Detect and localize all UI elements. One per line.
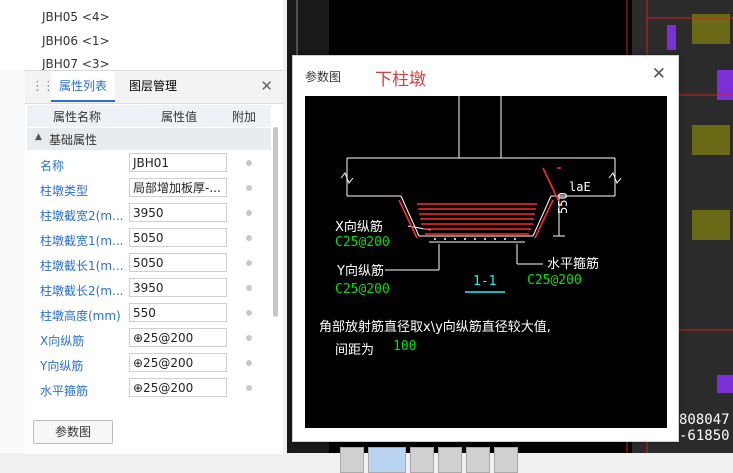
property-value-field[interactable]: 3950 — [129, 203, 227, 222]
extra-radio[interactable] — [246, 310, 252, 316]
column-header-extra: 附加 — [232, 110, 257, 124]
column-header-name: 属性名称 — [53, 110, 102, 124]
tab-property-list[interactable]: 属性列表 — [51, 71, 116, 102]
property-name: 水平箍筋 — [40, 384, 89, 398]
property-row[interactable]: 柱墩截宽2(m... 3950 — [27, 202, 271, 226]
section-label: 1-1 — [473, 274, 497, 289]
property-value-field[interactable]: 3950 — [129, 278, 227, 297]
extra-radio[interactable] — [246, 185, 252, 191]
property-name: 柱墩高度(mm) — [40, 309, 121, 323]
property-name: X向纵筋 — [40, 334, 85, 348]
bottom-toolbar-button[interactable] — [340, 447, 364, 473]
extra-radio[interactable] — [246, 210, 252, 216]
group-label: 基础属性 — [49, 133, 98, 147]
component-type-title: 下柱墩 — [375, 70, 426, 90]
bottom-toolbar-button[interactable] — [438, 447, 462, 473]
property-row[interactable]: 柱墩截宽1(m... 5050 — [27, 227, 271, 251]
x-rebar-label: X向纵筋 — [335, 220, 383, 235]
extra-radio[interactable] — [246, 335, 252, 341]
group-header[interactable]: ▲ 基础属性 — [27, 128, 271, 150]
drag-handle-icon[interactable]: ⋮⋮ — [31, 79, 55, 94]
height-dimension-label: 550 — [556, 192, 570, 214]
property-row[interactable]: 水平箍筋 ⊕25@200 — [27, 377, 271, 401]
property-name: 名称 — [40, 159, 65, 173]
extra-radio[interactable] — [246, 385, 252, 391]
property-name: 柱墩截宽2(m... — [40, 209, 124, 223]
property-value-field[interactable]: 550 — [129, 303, 227, 322]
extra-radio[interactable] — [246, 285, 252, 291]
property-value-field[interactable]: ⊕25@200 — [129, 353, 227, 372]
property-row[interactable]: 名称 JBH01 — [27, 152, 271, 176]
parameter-diagram-button[interactable]: 参数图 — [33, 420, 113, 444]
extra-radio[interactable] — [246, 260, 252, 266]
component-list: JBH05 <4> JBH06 <1> JBH07 <3> — [0, 0, 283, 70]
component-item[interactable]: JBH07 <3> — [42, 57, 110, 70]
extra-radio[interactable] — [246, 160, 252, 166]
stirrup-label: 水平箍筋 — [547, 257, 600, 272]
note-spacing-value: 100 — [393, 339, 417, 354]
bottom-toolbar-button[interactable] — [410, 447, 434, 473]
panel-tabbar: ⋮⋮ 属性列表 图层管理 ✕ — [25, 71, 283, 104]
stirrup-value: C25@200 — [527, 273, 582, 288]
component-item[interactable]: JBH06 <1> — [42, 34, 110, 48]
close-icon[interactable]: ✕ — [260, 77, 273, 95]
property-value-field[interactable]: 5050 — [129, 228, 227, 247]
y-rebar-value: C25@200 — [335, 282, 390, 297]
bottom-toolbar-button[interactable] — [466, 447, 490, 473]
extra-radio[interactable] — [246, 360, 252, 366]
property-row[interactable]: 柱墩截长1(m... 5050 — [27, 252, 271, 276]
coordinate-readout-2: -61850 — [679, 428, 730, 444]
tab-layer-management[interactable]: 图层管理 — [121, 71, 185, 102]
dialog-close-icon[interactable]: ✕ — [652, 64, 666, 84]
column-pier-diagram: laE 550 X向纵筋 C25@200 Y向纵筋 C25@200 水平箍筋 C… — [305, 96, 667, 428]
note-line-1: 角部放射筋直径取x\y向纵筋直径较大值, — [319, 320, 551, 335]
parameter-diagram-dialog: 参数图 下柱墩 ✕ laE 550 X向纵筋 C25@200 Y向纵筋 C25@… — [292, 55, 679, 442]
property-name: 柱墩截宽1(m... — [40, 234, 124, 248]
note-line-2-prefix: 间距为 — [335, 343, 375, 358]
extra-radio[interactable] — [246, 235, 252, 241]
property-name: 柱墩截长2(m... — [40, 284, 124, 298]
vertical-scrollbar[interactable] — [273, 127, 278, 317]
property-row[interactable]: 柱墩类型 局部增加板厚-... — [27, 177, 271, 201]
property-row[interactable]: X向纵筋 ⊕25@200 — [27, 327, 271, 351]
property-value-field[interactable]: ⊕25@200 — [129, 328, 227, 347]
property-name: 柱墩截长1(m... — [40, 259, 124, 273]
property-row[interactable]: 柱墩截长2(m... 3950 — [27, 277, 271, 301]
property-name: 柱墩类型 — [40, 184, 89, 198]
table-header: 属性名称 属性值 附加 — [27, 105, 271, 127]
column-header-value: 属性值 — [161, 110, 198, 124]
bottom-toolbar-button[interactable] — [494, 447, 518, 473]
dialog-title: 参数图 — [305, 70, 342, 84]
property-value-field[interactable]: 5050 — [129, 253, 227, 272]
collapse-triangle-icon[interactable]: ▲ — [35, 132, 42, 142]
property-row[interactable]: Y向纵筋 ⊕25@200 — [27, 352, 271, 376]
property-row[interactable]: 柱墩高度(mm) 550 — [27, 302, 271, 326]
property-value-field[interactable]: ⊕25@200 — [129, 378, 227, 397]
property-panel: ⋮⋮ 属性列表 图层管理 ✕ 属性名称 属性值 附加 ▲ 基础属性 名称 JBH… — [25, 70, 283, 454]
property-value-field[interactable]: 局部增加板厚-... — [129, 178, 227, 197]
bottom-toolbar-button[interactable] — [368, 447, 406, 473]
property-name: Y向纵筋 — [40, 359, 84, 373]
anchorage-length-label: laE — [569, 180, 591, 194]
coordinate-readout-1: 808047 — [679, 412, 730, 428]
property-value-field[interactable]: JBH01 — [129, 153, 227, 172]
component-item[interactable]: JBH05 <4> — [42, 10, 110, 24]
y-rebar-label: Y向纵筋 — [337, 264, 384, 279]
x-rebar-value: C25@200 — [335, 235, 390, 250]
